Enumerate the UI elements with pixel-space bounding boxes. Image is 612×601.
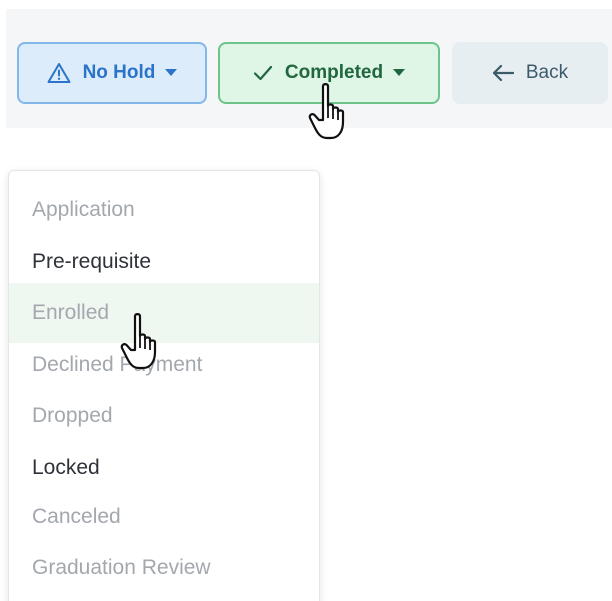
dropdown-option-dropped[interactable]: Dropped (9, 386, 319, 446)
dropdown-option-application[interactable]: Application (9, 180, 319, 240)
hold-status-dropdown-button[interactable]: No Hold (17, 42, 207, 104)
arrow-left-icon (492, 64, 514, 82)
caret-down-icon (165, 69, 178, 77)
back-button[interactable]: Back (452, 42, 608, 104)
back-button-label: Back (525, 62, 569, 83)
hold-button-label: No Hold (82, 62, 156, 83)
status-button-label: Completed (284, 62, 384, 83)
dropdown-option-enrolled[interactable]: Enrolled (9, 283, 319, 343)
completion-status-dropdown-button[interactable]: Completed (218, 42, 440, 104)
dropdown-option-graduation-review[interactable]: Graduation Review (9, 538, 319, 598)
caret-down-icon (393, 69, 406, 77)
warning-icon (47, 62, 71, 84)
checkmark-icon (253, 65, 273, 81)
status-options-dropdown-menu: Application Pre-requisite Enrolled Decli… (8, 170, 320, 601)
